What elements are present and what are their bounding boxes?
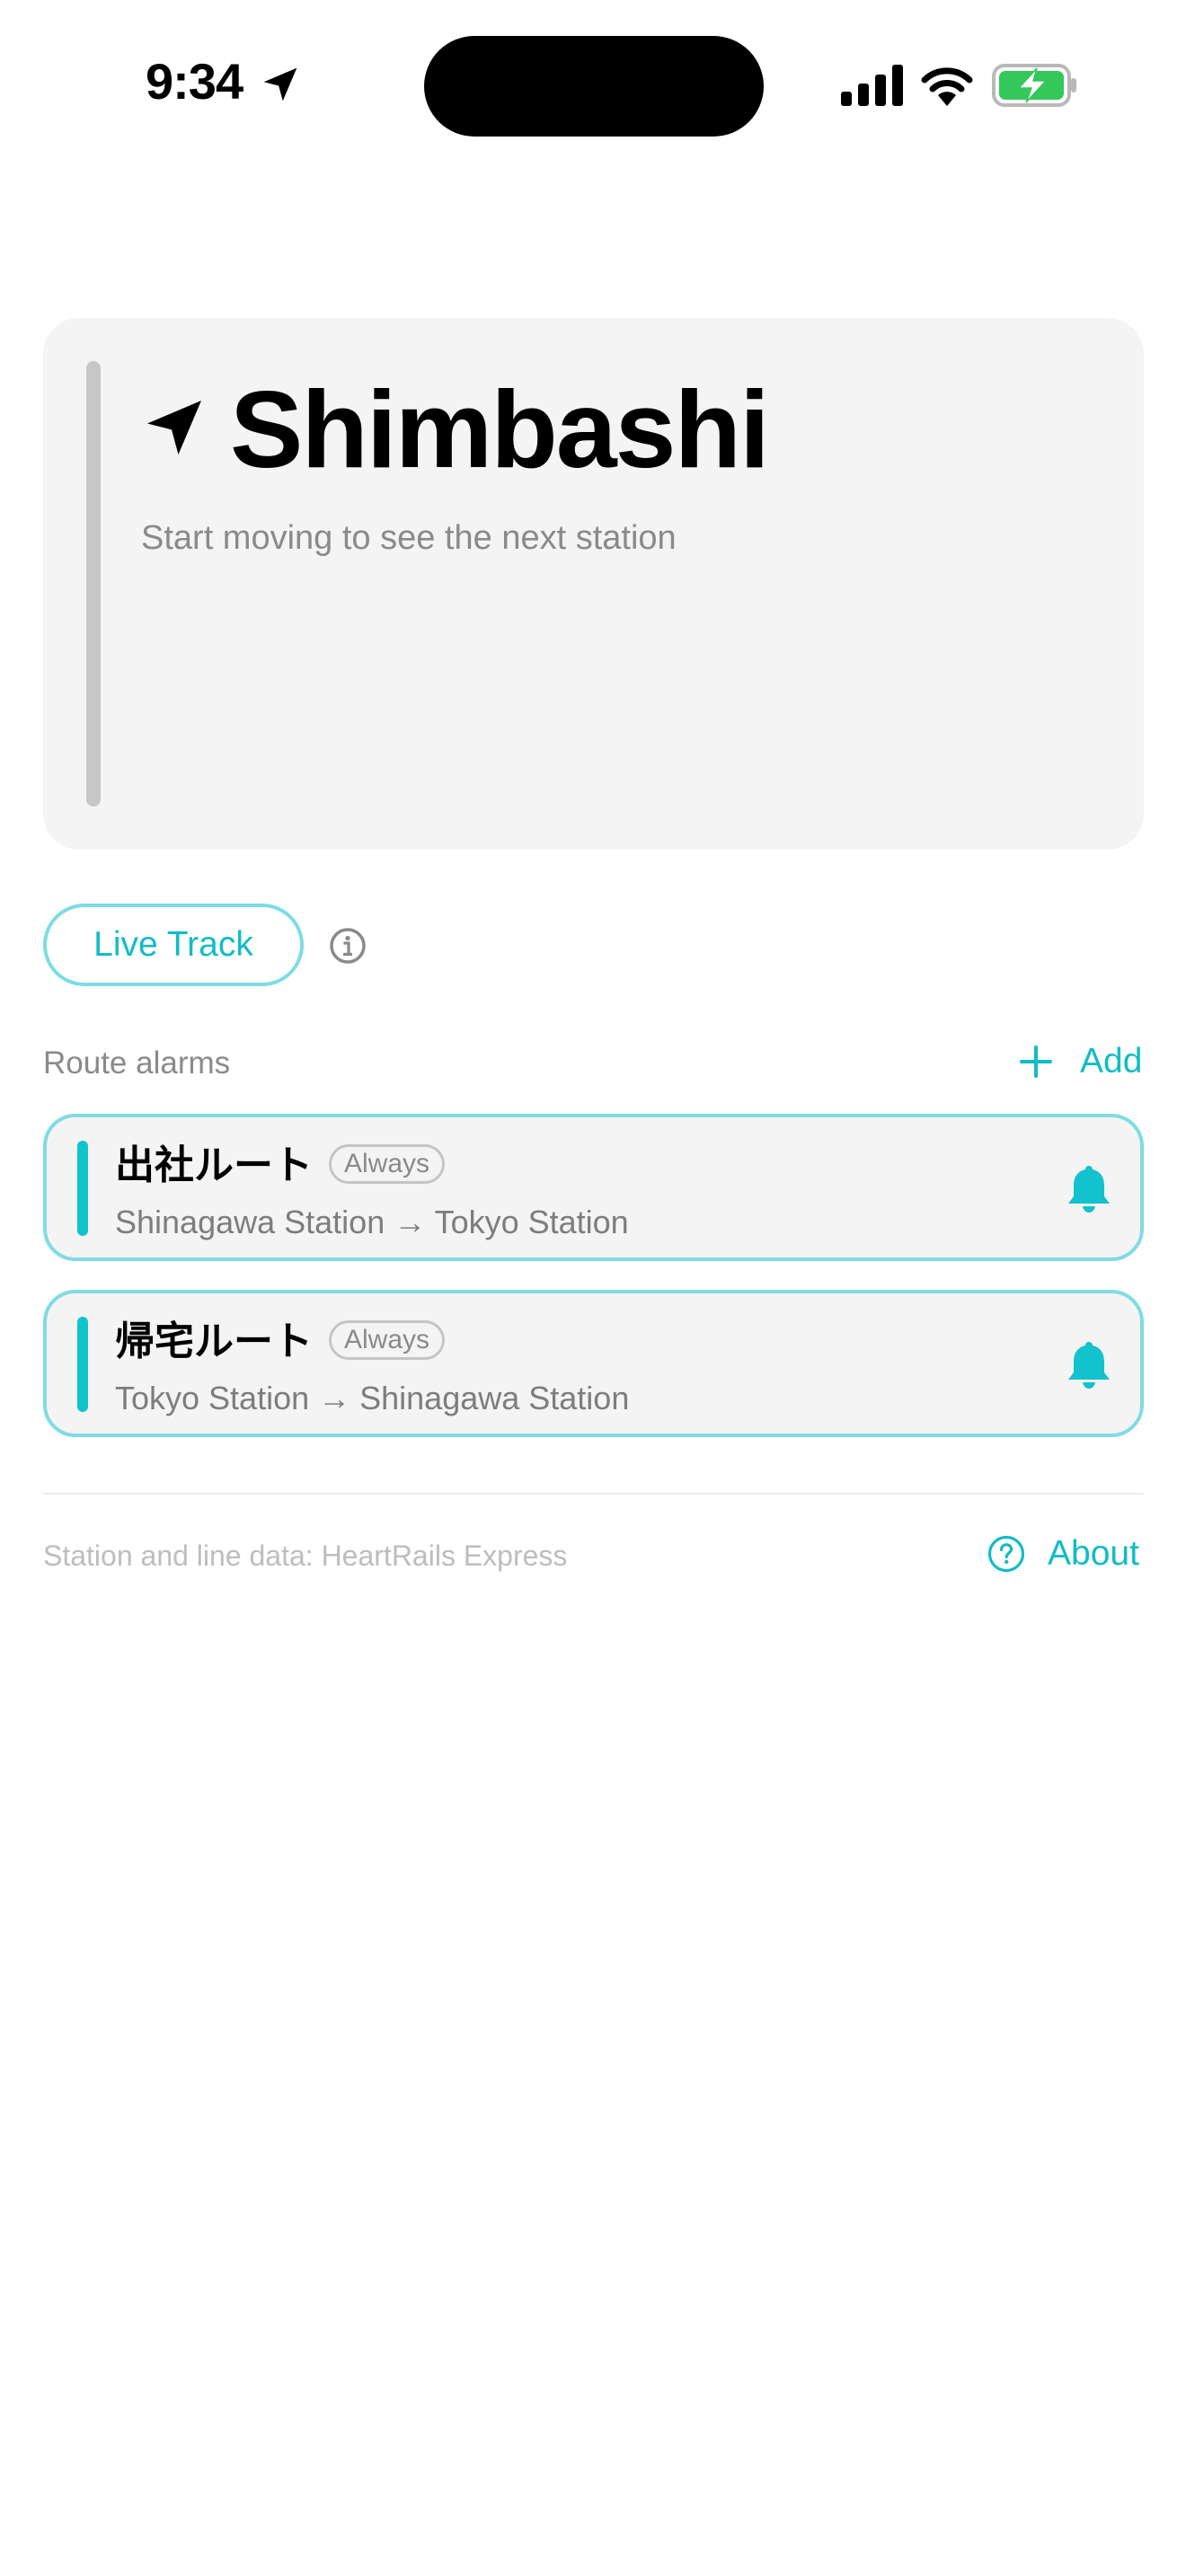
route-alarm-path: Tokyo Station → Shinagawa Station — [115, 1380, 630, 1416]
route-alarms-title: Route alarms — [43, 1045, 231, 1081]
always-badge: Always — [329, 1144, 446, 1184]
about-button[interactable]: About — [987, 1534, 1139, 1574]
route-alarm-card[interactable]: 出社ルート Always Shinagawa Station → Tokyo S… — [43, 1114, 1144, 1261]
add-label: Add — [1080, 1042, 1143, 1081]
data-credit: Station and line data: HeartRails Expres… — [43, 1539, 568, 1572]
route-alarm-card[interactable]: 帰宅ルート Always Tokyo Station → Shinagawa S… — [43, 1290, 1144, 1437]
next-station-hint: Start moving to see the next station — [141, 519, 677, 557]
progress-rail — [86, 361, 101, 807]
route-color-bar — [77, 1317, 88, 1412]
cellular-signal-icon — [841, 65, 903, 106]
divider — [43, 1493, 1144, 1495]
route-alarm-path: Shinagawa Station → Tokyo Station — [115, 1204, 629, 1240]
add-route-alarm-button[interactable]: Add — [1019, 1042, 1142, 1081]
always-badge: Always — [329, 1320, 446, 1360]
bell-icon[interactable] — [1064, 1338, 1114, 1390]
status-time: 9:34 — [146, 53, 243, 110]
plus-icon — [1020, 1045, 1052, 1078]
battery-charging-icon — [992, 64, 1076, 107]
route-alarm-name: 出社ルート — [115, 1143, 313, 1187]
wifi-icon — [921, 67, 973, 106]
location-services-icon — [263, 67, 297, 101]
current-station-name: Shimbashi — [230, 368, 770, 490]
dynamic-island — [424, 36, 764, 137]
location-arrow-icon — [147, 401, 201, 454]
live-track-button[interactable]: Live Track — [43, 904, 304, 986]
question-circle-icon — [987, 1535, 1025, 1573]
bell-icon[interactable] — [1064, 1162, 1114, 1214]
info-icon[interactable] — [329, 927, 367, 965]
route-alarm-name: 帰宅ルート — [115, 1319, 313, 1363]
route-color-bar — [77, 1141, 88, 1236]
live-track-label: Live Track — [93, 925, 253, 964]
about-label: About — [1048, 1534, 1139, 1573]
